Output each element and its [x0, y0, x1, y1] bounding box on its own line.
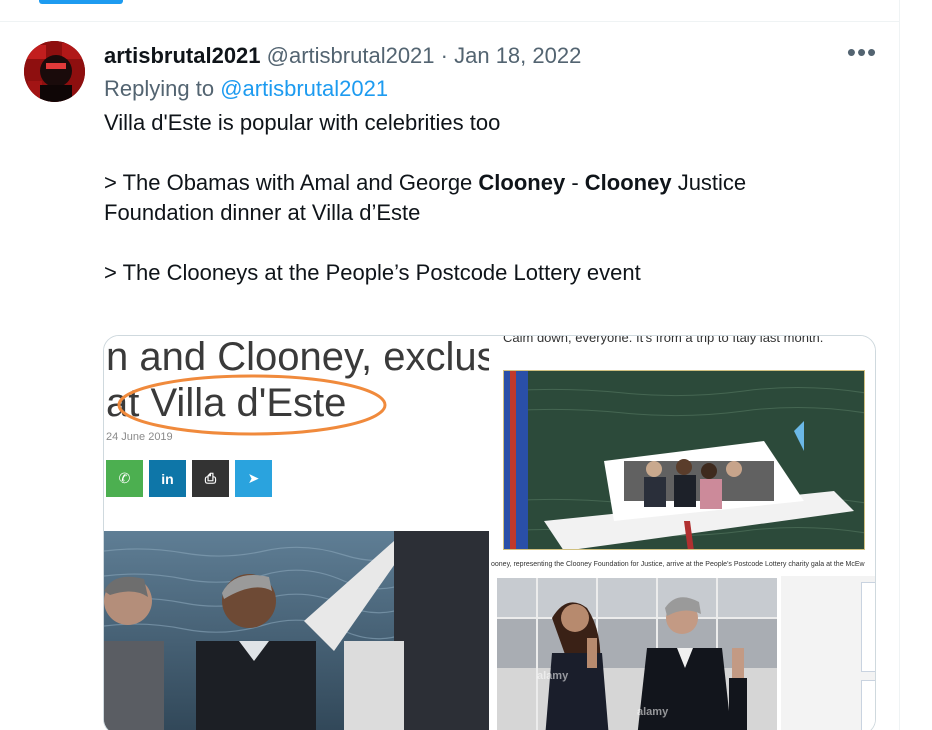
media-image-boat[interactable]: Calm down, everyone. It's from a trip to…	[491, 336, 875, 556]
display-name[interactable]: artisbrutal2021	[104, 43, 261, 68]
tweet-line: > The Obamas with Amal and George Cloone…	[104, 168, 864, 198]
ad-widget-box	[861, 680, 875, 730]
replying-to-link[interactable]: @artisbrutal2021	[220, 76, 388, 101]
tweet-text-span: > The Obamas with Amal and George	[104, 170, 479, 195]
watermark-text: alamy	[637, 706, 669, 718]
telegram-icon[interactable]: ➤	[235, 460, 272, 497]
ad-sidebar	[781, 576, 875, 730]
gala-caption: ooney, representing the Clooney Foundati…	[491, 561, 865, 568]
tweet-text-span: -	[565, 170, 585, 195]
tweet-header: artisbrutal2021 @artisbrutal2021 · Jan 1…	[104, 42, 581, 70]
avatar[interactable]	[24, 41, 85, 102]
top-strip	[0, 0, 900, 22]
avatar-image	[24, 41, 85, 102]
watermark-text: alamy	[537, 670, 569, 682]
replying-to: Replying to @artisbrutal2021	[104, 75, 388, 103]
boat-caption: Calm down, everyone. It's from a trip to…	[503, 336, 824, 345]
print-icon[interactable]: ⎙	[192, 460, 229, 497]
share-buttons: ✆ in ⎙ ➤	[106, 460, 272, 497]
tweet-media-grid[interactable]: n and Clooney, exclusiv at Villa d'Este …	[103, 335, 876, 730]
linkedin-icon[interactable]: in	[149, 460, 186, 497]
tweet-line: > The Clooneys at the People’s Postcode …	[104, 260, 641, 285]
tweet-date[interactable]: Jan 18, 2022	[454, 43, 581, 68]
bold-text: Clooney	[584, 170, 672, 195]
tweet-line: Villa d'Este is popular with celebrities…	[104, 110, 501, 135]
media-image-gala[interactable]: ooney, representing the Clooney Foundati…	[491, 558, 875, 730]
user-handle[interactable]: @artisbrutal2021	[267, 43, 435, 68]
timeline-border	[899, 0, 900, 730]
photo-amal-george: alamy alamy	[497, 578, 777, 730]
tweet-text-span: Justice	[671, 170, 747, 195]
active-tab-indicator	[39, 0, 123, 4]
ad-widget-box	[861, 582, 875, 672]
whatsapp-icon[interactable]: ✆	[106, 460, 143, 497]
photo-boat	[503, 370, 865, 550]
tweet-text: Villa d'Este is popular with celebrities…	[104, 108, 864, 288]
media-image-article[interactable]: n and Clooney, exclusiv at Villa d'Este …	[104, 336, 489, 730]
separator-dot: ·	[440, 43, 448, 68]
article-date: 24 June 2019	[106, 431, 173, 443]
bold-text: Clooney	[478, 170, 566, 195]
photo-obama-clooney	[104, 531, 489, 730]
tweet-line: Foundation dinner at Villa d’Este	[104, 200, 421, 225]
replying-to-label: Replying to	[104, 76, 215, 101]
more-horizontal-icon[interactable]: •••	[846, 39, 878, 68]
